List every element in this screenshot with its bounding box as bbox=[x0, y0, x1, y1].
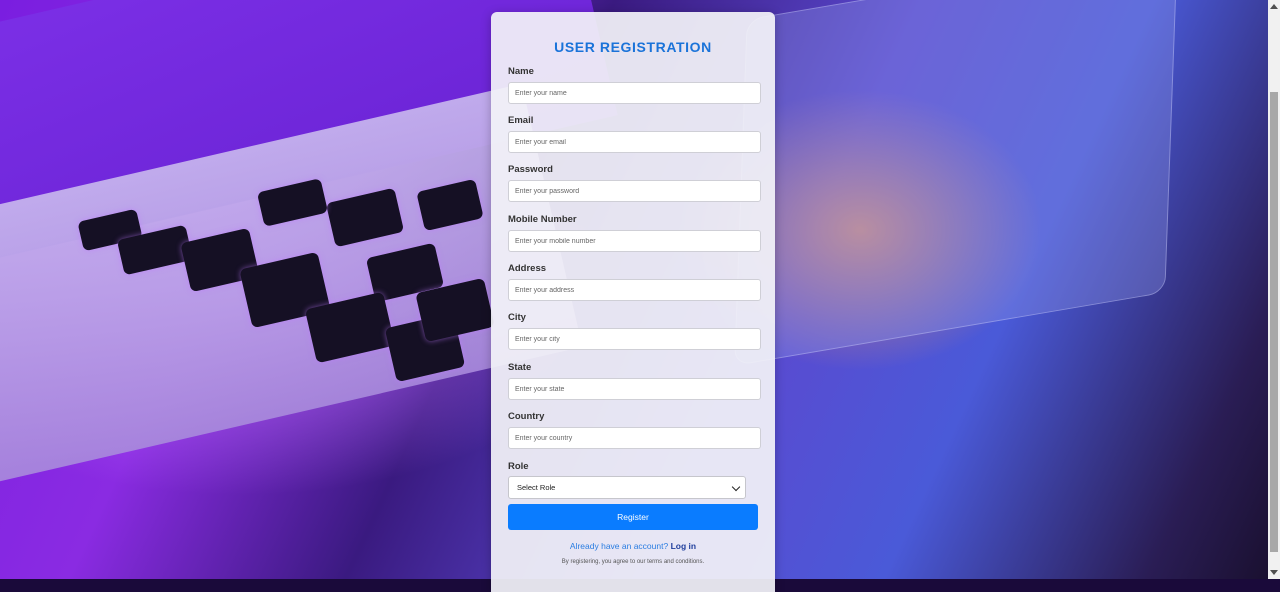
state-label: State bbox=[508, 362, 532, 373]
login-prompt-line: Already have an account? Log in bbox=[491, 541, 775, 551]
name-label: Name bbox=[508, 66, 534, 77]
trackpad bbox=[734, 0, 1178, 366]
address-label: Address bbox=[508, 263, 547, 274]
state-input[interactable] bbox=[508, 378, 761, 400]
chevron-down-icon bbox=[731, 482, 741, 492]
register-button[interactable]: Register bbox=[508, 504, 758, 530]
login-link[interactable]: Log in bbox=[671, 541, 697, 551]
terms-text: By registering, you agree to our terms a… bbox=[561, 559, 705, 565]
password-input[interactable] bbox=[508, 180, 761, 202]
form-title: USER REGISTRATION bbox=[554, 39, 712, 55]
country-label: Country bbox=[508, 411, 545, 422]
address-input[interactable] bbox=[508, 279, 761, 301]
city-input[interactable] bbox=[508, 328, 761, 350]
login-prompt-text: Already have an account? bbox=[569, 541, 669, 551]
mobile-number-label: Mobile Number bbox=[508, 214, 577, 225]
password-label: Password bbox=[508, 164, 553, 175]
role-select[interactable]: Select Role bbox=[508, 476, 746, 499]
role-label: Role bbox=[508, 461, 529, 472]
scroll-up-icon[interactable] bbox=[1270, 4, 1278, 9]
city-label: City bbox=[508, 312, 526, 323]
scrollbar-thumb[interactable] bbox=[1270, 92, 1278, 552]
scroll-down-icon[interactable] bbox=[1270, 570, 1278, 575]
email-label: Email bbox=[508, 115, 534, 126]
name-input[interactable] bbox=[508, 82, 761, 104]
email-input[interactable] bbox=[508, 131, 761, 153]
registration-card: USER REGISTRATION Name Email Password Mo… bbox=[491, 12, 775, 592]
country-input[interactable] bbox=[508, 427, 761, 449]
page-scrollbar[interactable] bbox=[1268, 0, 1280, 579]
role-select-value: Select Role bbox=[517, 483, 556, 492]
mobile-number-input[interactable] bbox=[508, 230, 761, 252]
